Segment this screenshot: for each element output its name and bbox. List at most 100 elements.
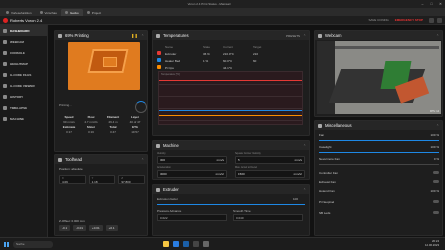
target-temp-input[interactable]: 210	[253, 52, 283, 56]
collapse-icon[interactable]: ⌃	[436, 34, 439, 38]
console-icon	[3, 50, 7, 55]
table-row: Extruder 36 % 210.0°C 210	[157, 50, 303, 57]
stat-value: 60 mm/s	[63, 120, 75, 124]
history-icon	[3, 94, 7, 99]
scv-input[interactable]: 5 mm/s	[235, 156, 305, 164]
panel-header: 69% Printing ❚❚ ⌃	[55, 31, 147, 40]
sidebar-item-timelapse[interactable]: TIMELAPSE	[0, 102, 47, 113]
zoffset-button[interactable]: -0.1	[59, 225, 71, 231]
collapse-icon[interactable]: ⌃	[303, 144, 306, 148]
collapse-icon[interactable]: ⌃	[436, 124, 439, 128]
window-title: Voron 2.4 Print Status - Mainsail	[187, 2, 231, 6]
stat-value: 0:16	[88, 130, 94, 134]
exhaust-fan-toggle[interactable]	[433, 180, 439, 183]
sidebar-item-webcam[interactable]: WEBCAM	[0, 36, 47, 47]
taskbar-search[interactable]: Suche	[13, 240, 53, 248]
viewer-icon	[3, 83, 7, 88]
cpu-temp-line	[159, 115, 302, 116]
controller-fan-row: Controller Fan	[319, 171, 439, 175]
browser-icon[interactable]	[173, 241, 179, 247]
file-explorer-icon[interactable]	[163, 241, 169, 247]
temperature-table: Name State Current Target Extruder 36 % …	[157, 43, 303, 71]
webcam-stream: FPS: 14	[317, 41, 441, 114]
extrusion-factor-slider[interactable]	[157, 204, 305, 205]
windows-taskbar: Suche 20:24 12.06.2023	[0, 237, 445, 250]
controller-fan-toggle[interactable]	[433, 171, 439, 174]
presets-button[interactable]: PRESETS	[286, 34, 300, 38]
fan-icon	[318, 123, 322, 128]
collapse-icon[interactable]: ⌃	[303, 188, 306, 192]
emergency-stop-button[interactable]: EMERGENCY STOP	[395, 18, 423, 22]
panel-header: Temperatures PRESETS ⌃	[153, 31, 309, 40]
collapse-icon[interactable]: ⌃	[141, 34, 144, 38]
zoffset-button[interactable]: +0.01	[89, 225, 103, 231]
upload-icon[interactable]	[429, 17, 434, 23]
tab-favicon-icon	[86, 11, 90, 14]
sb-leds-toggle[interactable]	[433, 211, 439, 214]
windows-start-icon[interactable]	[4, 241, 9, 247]
sidebar-item-machine[interactable]: MACHINE	[0, 113, 47, 124]
taskbar-apps	[163, 241, 209, 247]
toolhead-title: Toolhead	[65, 157, 82, 162]
window-titlebar: Voron 2.4 Print Status - Mainsail – □ ✕	[0, 0, 445, 8]
axis-y-field[interactable]: Y 1.18	[88, 175, 116, 184]
close-button[interactable]: ✕	[436, 2, 445, 6]
mail-icon[interactable]	[183, 241, 189, 247]
machine-panel: Machine ⌃ Velocity 300 mm/s Square Corner…	[152, 140, 310, 180]
pi-neopixel-toggle[interactable]	[433, 200, 439, 203]
stat-label: Filament	[106, 115, 120, 119]
stat-value: 40 of 47	[129, 120, 141, 124]
smooth-time-label: Smooth Time	[233, 209, 251, 213]
sidebar-item-console[interactable]: CONSOLE	[0, 47, 47, 58]
zoffset-button[interactable]: -0.01	[73, 225, 87, 231]
axis-x-field[interactable]: X 4.09	[59, 175, 86, 184]
accel-to-decel-input[interactable]: 1500 mm/s²	[235, 170, 305, 178]
machine-icon	[3, 116, 7, 121]
minimize-button[interactable]: –	[418, 2, 427, 6]
toolhead-icon	[58, 157, 62, 162]
zoffset-button[interactable]: +0.1	[105, 225, 118, 231]
panel-header: Webcam ⌃	[315, 31, 442, 40]
nevermore-slider[interactable]	[319, 164, 439, 165]
stat-value: 49.4 m	[108, 120, 118, 124]
stat-value: 0:17	[66, 130, 72, 134]
sidebar-item-gcode-viewer[interactable]: G-CODE VIEWER	[0, 80, 47, 91]
sidebar-item-history[interactable]: HISTORY	[0, 91, 47, 102]
temperatures-title: Temperatures	[163, 33, 189, 38]
pressure-advance-input[interactable]: 0.022	[157, 214, 227, 221]
taskbar-clock[interactable]: 20:24 12.06.2023	[425, 240, 439, 247]
store-icon[interactable]	[193, 241, 199, 247]
tab-favicon-icon	[6, 11, 9, 14]
acceleration-input[interactable]: 3000 mm/s²	[157, 170, 227, 178]
thermometer-icon	[156, 33, 160, 38]
browser-tab[interactable]: Vorlesefunktion	[2, 9, 36, 16]
pause-button[interactable]: ❚❚	[131, 33, 138, 38]
velocity-input[interactable]: 300 mm/s	[157, 156, 227, 164]
browser-tab-active[interactable]: Gecko	[61, 9, 83, 16]
sidebar-item-dashboard[interactable]: DASHBOARD	[0, 25, 47, 36]
collapse-icon[interactable]: ⌃	[141, 158, 144, 162]
power-icon[interactable]	[437, 17, 442, 23]
browser-tab[interactable]: Vorschau	[36, 9, 62, 16]
accel-to-decel-field: Max. Accel to Decel 1500 mm/s²	[235, 166, 305, 179]
save-config-button[interactable]: SAVE CONFIG	[368, 18, 388, 22]
extruder-heater-icon	[157, 51, 161, 55]
extrusion-factor-label: Extrusion factor	[157, 197, 178, 201]
sidebar-item-heightmap[interactable]: HEIGHTMAP	[0, 58, 47, 69]
maximize-button[interactable]: □	[427, 2, 436, 6]
stat-label: Slicer	[86, 125, 96, 129]
caselight-slider[interactable]	[319, 152, 439, 153]
target-temp-input[interactable]: 60	[253, 59, 283, 63]
settings-icon[interactable]	[203, 241, 209, 247]
collapse-icon[interactable]: ⌃	[303, 34, 306, 38]
fan-row: Fan 100 %	[319, 133, 439, 137]
dashboard-icon	[3, 28, 7, 33]
fan-slider[interactable]	[319, 140, 439, 141]
stat-value: 4.7 mm³/s	[84, 120, 98, 124]
axis-z-field[interactable]: Z 97.800	[118, 175, 146, 184]
browser-tab[interactable]: Project	[83, 9, 105, 16]
stat-label: ETA	[132, 125, 138, 129]
sidebar-item-gcode-files[interactable]: G-CODE FILES	[0, 69, 47, 80]
axis-positions: X 4.09 Y 1.18 Z 97.800	[59, 175, 146, 184]
smooth-time-input[interactable]: 0.040	[233, 214, 303, 221]
